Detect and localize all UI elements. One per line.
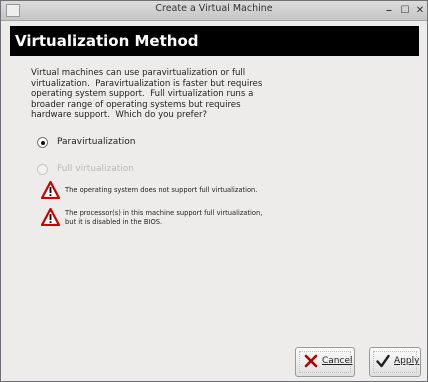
paravirtualization-radio[interactable] [37, 137, 48, 148]
warning-icon [41, 208, 60, 226]
full-virtualization-label: Full virtualization [57, 164, 135, 174]
minimize-button[interactable]: ⎯ [382, 4, 396, 17]
paravirtualization-label[interactable]: Paravirtualization [57, 137, 136, 147]
dialog-window: Create a Virtual Machine ⎯ ☐ ✕ Virtualiz… [0, 0, 428, 382]
apply-label: Apply [394, 356, 420, 366]
cancel-x-icon [304, 354, 318, 368]
description-text: Virtual machines can use paravirtualizat… [31, 68, 263, 121]
full-virtualization-radio [37, 164, 48, 175]
maximize-button[interactable]: ☐ [398, 4, 412, 17]
warning-icon [41, 181, 60, 199]
page-title: Virtualization Method [15, 32, 199, 50]
title-bar[interactable]: Create a Virtual Machine ⎯ ☐ ✕ [1, 1, 427, 21]
apply-button[interactable]: Apply [369, 347, 421, 377]
window-title: Create a Virtual Machine [155, 3, 273, 14]
button-bar: Cancel Apply [1, 341, 427, 381]
cancel-label: Cancel [322, 356, 353, 366]
warning-os-text: The operating system does not support fu… [65, 186, 258, 194]
cancel-button[interactable]: Cancel [295, 347, 355, 377]
close-button[interactable]: ✕ [413, 4, 427, 17]
checkmark-icon [376, 354, 390, 368]
page-banner: Virtualization Method [10, 26, 419, 56]
warning-bios-text: The processor(s) in this machine support… [65, 209, 263, 226]
